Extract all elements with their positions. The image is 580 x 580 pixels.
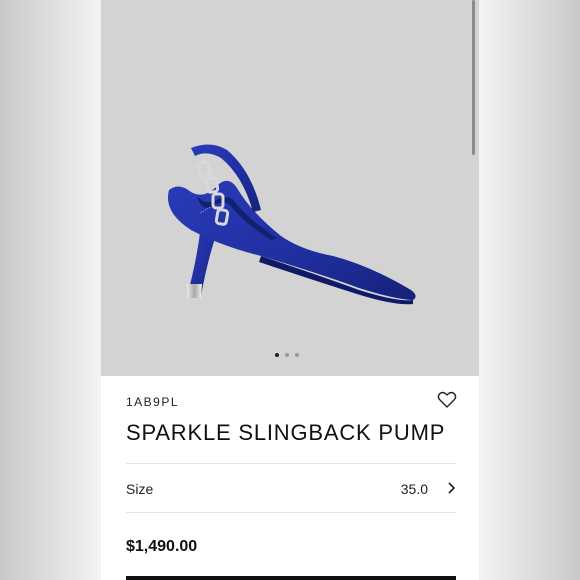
size-selector[interactable]: Size 35.0 bbox=[126, 464, 456, 512]
product-page: ▪ ▪ ▪ ▪ ▪ 1AB9PL SPARKLE SLINGBACK PUMP … bbox=[101, 0, 479, 580]
heart-icon[interactable] bbox=[437, 390, 457, 410]
scrollbar[interactable] bbox=[472, 0, 475, 155]
divider bbox=[126, 512, 456, 513]
carousel-dots[interactable] bbox=[275, 353, 299, 357]
chevron-right-icon bbox=[448, 482, 456, 494]
product-price: $1,490.00 bbox=[126, 538, 198, 555]
product-sku: 1AB9PL bbox=[126, 395, 180, 409]
size-value: 35.0 bbox=[400, 481, 428, 497]
size-label: Size bbox=[126, 481, 154, 497]
product-image-carousel[interactable]: ▪ ▪ ▪ ▪ ▪ bbox=[101, 0, 479, 376]
carousel-dot-3[interactable] bbox=[295, 353, 299, 357]
carousel-dot-1[interactable] bbox=[275, 353, 279, 357]
carousel-dot-2[interactable] bbox=[285, 353, 289, 357]
product-title: SPARKLE SLINGBACK PUMP bbox=[126, 420, 446, 445]
add-to-cart-button[interactable] bbox=[126, 576, 456, 580]
product-image: ▪ ▪ ▪ ▪ ▪ bbox=[167, 144, 416, 305]
